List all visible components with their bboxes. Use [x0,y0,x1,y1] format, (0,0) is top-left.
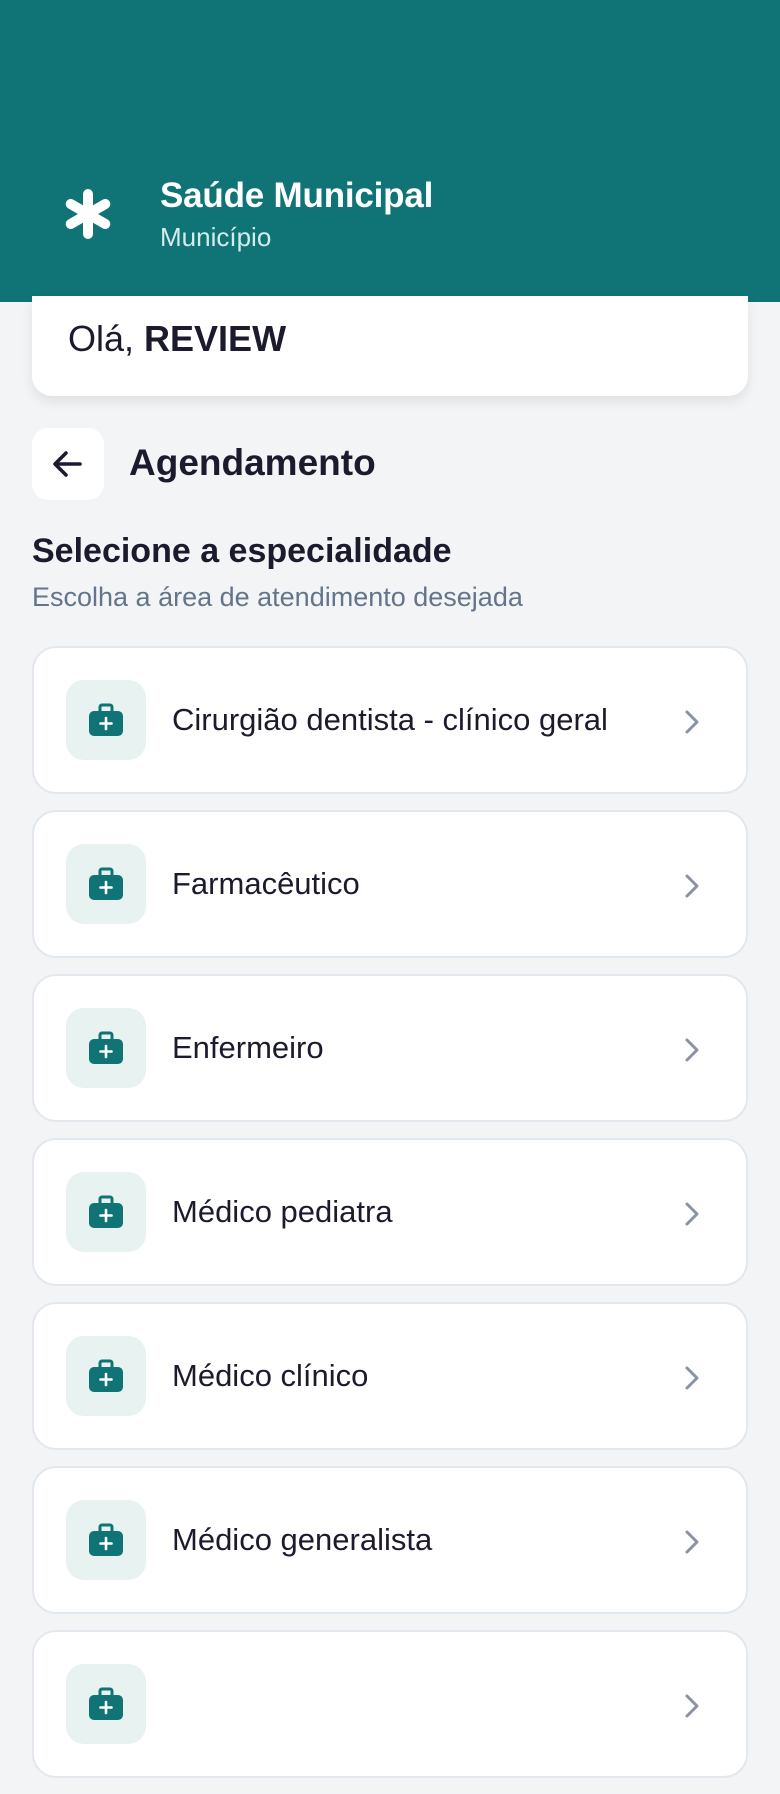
specialty-label: Médico pediatra [172,1194,393,1229]
medical-bag-icon [66,1336,146,1416]
specialty-item[interactable]: Farmacêutico [32,810,748,958]
specialty-label: Médico clínico [172,1358,369,1393]
chevron-right-icon [685,1366,699,1390]
back-button[interactable] [32,428,104,500]
chevron-right-icon [685,1038,699,1062]
specialty-label: Farmacêutico [172,866,360,901]
specialty-item[interactable]: Enfermeiro [32,974,748,1122]
asterisk-icon [65,189,111,239]
page-title: Agendamento [129,442,376,483]
medical-bag-icon [66,1500,146,1580]
chevron-right-icon [685,710,699,734]
medical-bag-icon [66,844,146,924]
specialty-item[interactable]: Médico clínico [32,1302,748,1450]
chevron-right-icon [685,1202,699,1226]
medical-bag-icon [66,1008,146,1088]
medical-bag-icon [66,1664,146,1744]
medical-bag-icon [66,1172,146,1252]
app-header: Saúde Municipal Município [0,0,780,302]
greeting-prefix: Olá, [68,318,145,359]
greeting-card: Olá, REVIEW [32,296,748,396]
chevron-right-icon [685,1694,699,1718]
specialty-list: Cirurgião dentista - clínico geral Farma… [32,646,748,1794]
specialty-item[interactable]: Cirurgião dentista - clínico geral [32,646,748,794]
chevron-right-icon [685,874,699,898]
section-subtitle: Escolha a área de atendimento desejada [32,582,523,612]
specialty-label: Enfermeiro [172,1030,324,1065]
chevron-right-icon [685,1530,699,1554]
section-title: Selecione a especialidade [32,532,452,570]
arrow-left-icon [53,451,82,477]
specialty-label: Médico generalista [172,1522,433,1557]
medical-bag-icon [66,680,146,760]
user-name: REVIEW [144,318,287,359]
greeting-text: Olá, REVIEW [68,318,286,360]
specialty-label: Cirurgião dentista - clínico geral [172,702,608,737]
specialty-item[interactable] [32,1630,748,1778]
specialty-item[interactable]: Médico pediatra [32,1138,748,1286]
app-title: Saúde Municipal [160,176,434,215]
app-subtitle: Município [160,222,272,252]
specialty-item[interactable]: Médico generalista [32,1466,748,1614]
